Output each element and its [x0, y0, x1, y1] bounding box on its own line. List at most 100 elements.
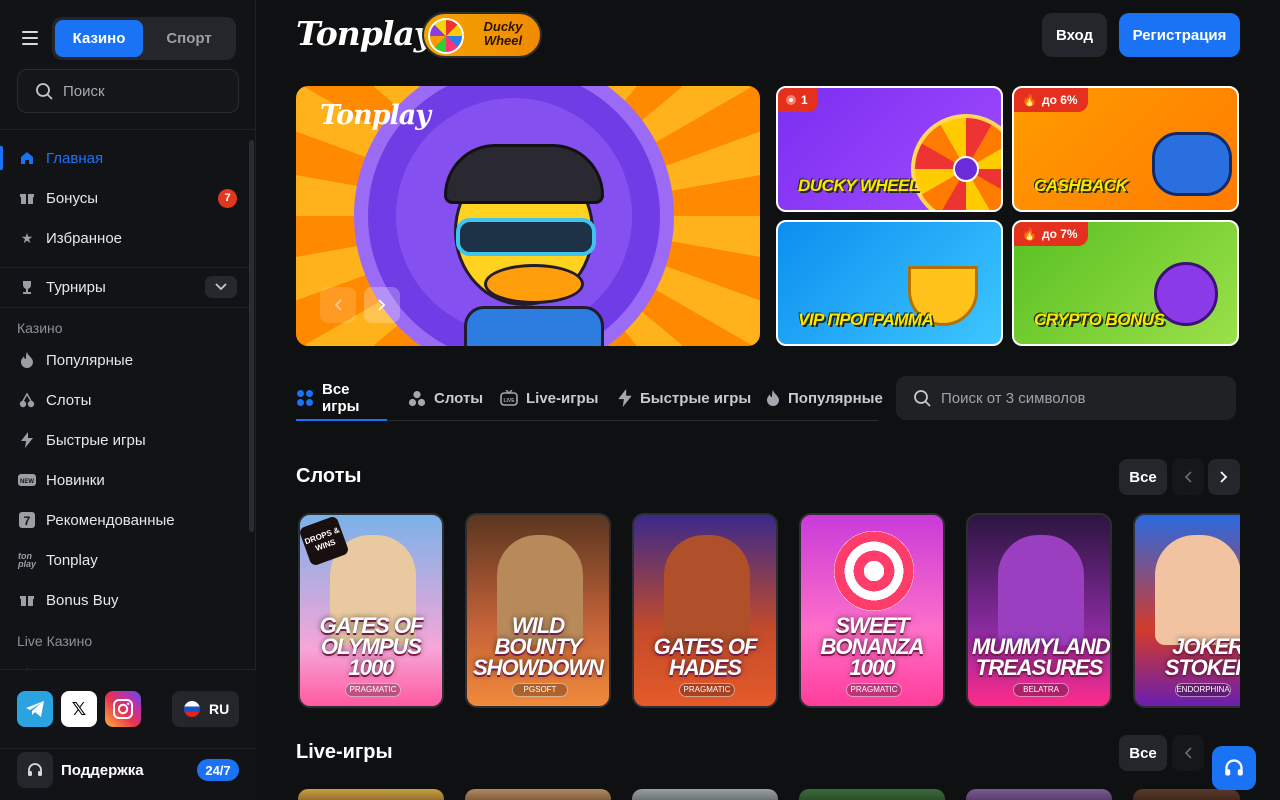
- register-button[interactable]: Регистрация: [1119, 13, 1240, 57]
- game-card[interactable]: WILD BOUNTY SHOWDOWN PGSOFT: [465, 513, 611, 708]
- tab-slots[interactable]: Слоты: [408, 376, 483, 420]
- tv-icon: LIVE: [500, 390, 518, 406]
- promo-title: CRYPTO BONUS: [1034, 310, 1165, 329]
- instagram-link[interactable]: [105, 691, 141, 727]
- wheel-icon: [428, 18, 464, 54]
- divider: [0, 748, 256, 749]
- game-provider: PRAGMATIC: [679, 683, 735, 697]
- sidebar-item-slots[interactable]: Слоты: [0, 380, 250, 420]
- live-game-card[interactable]: [966, 789, 1112, 800]
- sidebar-item-label: Популярные: [46, 351, 134, 369]
- live-all-button[interactable]: Все: [1119, 735, 1167, 771]
- hero-logo: Tonplay: [320, 100, 431, 131]
- game-provider: ENDORPHINA: [1175, 683, 1231, 697]
- fire-icon: [18, 351, 36, 369]
- svg-text:7: 7: [24, 514, 31, 528]
- sidebar-item-tournaments[interactable]: Турниры: [0, 267, 250, 307]
- sidebar-item-label: Новинки: [46, 471, 105, 489]
- duck-mascot: [444, 126, 604, 346]
- lightning-icon: [618, 389, 632, 407]
- live-game-card[interactable]: [465, 789, 611, 800]
- support-chat-button[interactable]: [1212, 746, 1256, 790]
- sidebar-item-popular[interactable]: Популярные: [0, 340, 250, 380]
- sidebar-item-fast-games[interactable]: Быстрые игры: [0, 420, 250, 460]
- divider: [0, 307, 250, 308]
- chevron-right-icon: [1220, 471, 1228, 483]
- live-game-card[interactable]: [632, 789, 778, 800]
- live-prev-button[interactable]: [1172, 735, 1204, 771]
- support-button[interactable]: Поддержка 24/7: [17, 752, 239, 788]
- tab-casino[interactable]: Казино: [55, 20, 143, 57]
- hero-next-button[interactable]: [364, 287, 400, 323]
- login-button[interactable]: Вход: [1042, 13, 1107, 57]
- x-link[interactable]: 𝕏: [61, 691, 97, 727]
- sidebar-item-label: Слоты: [46, 391, 92, 409]
- chevron-down-icon[interactable]: [205, 276, 237, 298]
- sidebar-item-bonuses[interactable]: Бонусы 7: [0, 178, 250, 218]
- sidebar-item-home[interactable]: Главная: [0, 138, 250, 178]
- game-provider: PRAGMATIC: [345, 683, 401, 697]
- star-icon: ★: [20, 229, 34, 246]
- game-provider: PRAGMATIC: [846, 683, 902, 697]
- game-card[interactable]: JOKER STOKER ENDORPHINA: [1133, 513, 1240, 708]
- search-icon: [914, 389, 931, 407]
- sidebar-item-recommended[interactable]: 7 Рекомендованные: [0, 500, 250, 540]
- game-card[interactable]: GATES OF HADES PRAGMATIC: [632, 513, 778, 708]
- game-provider: PGSOFT: [512, 683, 568, 697]
- sidebar-scrollbar[interactable]: [249, 140, 254, 532]
- hero-prev-button[interactable]: [320, 287, 356, 323]
- home-icon: [18, 149, 36, 167]
- fire-icon: 🔥: [1022, 227, 1037, 241]
- promo-card-crypto-bonus[interactable]: 🔥 до 7% CRYPTO BONUS: [1012, 220, 1239, 346]
- gift-icon: [18, 591, 36, 609]
- tab-all-games[interactable]: Все игры: [296, 376, 387, 421]
- language-code: RU: [209, 701, 230, 717]
- game-card[interactable]: SWEET BONANZA 1000 PRAGMATIC: [799, 513, 945, 708]
- tonplay-icon: ton play: [18, 551, 37, 569]
- promo-card-ducky-wheel[interactable]: 1 DUCKY WHEEL: [776, 86, 1003, 212]
- sidebar-item-tonplay[interactable]: ton play Tonplay: [0, 540, 250, 580]
- sidebar-item-favorites[interactable]: ★ Избранное: [0, 218, 250, 258]
- promo-badge: 🔥 до 6%: [1014, 88, 1088, 112]
- promo-card-cashback[interactable]: 🔥 до 6% CASHBACK: [1012, 86, 1239, 212]
- sidebar-item-live-partial[interactable]: ♣: [0, 652, 250, 669]
- language-selector[interactable]: RU: [172, 691, 239, 727]
- site-logo[interactable]: Tonplay: [296, 14, 433, 53]
- instagram-icon: [113, 699, 133, 719]
- game-title: GATES OF HADES: [653, 634, 758, 680]
- promo-title: DUCKY WHEEL: [798, 176, 919, 195]
- sidebar-item-label: Турниры: [46, 278, 106, 296]
- game-search-input[interactable]: [941, 389, 1221, 407]
- sidebar-top: Казино Спорт: [0, 0, 256, 130]
- game-card[interactable]: MUMMYLAND TREASURES BELATRA: [966, 513, 1112, 708]
- promo-card-vip[interactable]: VIP ПРОГРАММА: [776, 220, 1003, 346]
- x-icon: 𝕏: [71, 698, 87, 719]
- hero-banner[interactable]: Tonplay: [296, 86, 760, 346]
- slots-prev-button[interactable]: [1172, 459, 1204, 495]
- tab-live-games[interactable]: LIVE Live-игры: [500, 376, 598, 420]
- support-hours-badge: 24/7: [197, 759, 239, 781]
- telegram-link[interactable]: [17, 691, 53, 727]
- cherries-icon: [408, 389, 426, 407]
- tab-fast-games[interactable]: Быстрые игры: [618, 376, 751, 420]
- chevron-left-icon: [334, 299, 342, 311]
- support-label: Поддержка: [61, 761, 144, 779]
- game-search[interactable]: [896, 376, 1236, 420]
- live-game-card[interactable]: [799, 789, 945, 800]
- sidebar-search-input[interactable]: [63, 82, 213, 100]
- sidebar-item-label: Быстрые игры: [46, 431, 146, 449]
- live-game-card[interactable]: [1133, 789, 1240, 800]
- slots-all-button[interactable]: Все: [1119, 459, 1167, 495]
- menu-icon[interactable]: [22, 31, 38, 45]
- sidebar-item-bonus-buy[interactable]: Bonus Buy: [0, 580, 250, 620]
- slots-next-button[interactable]: [1208, 459, 1240, 495]
- tab-popular[interactable]: Популярные: [766, 376, 883, 420]
- game-card[interactable]: DROPS & WINS GATES OF OLYMPUS 1000 PRAGM…: [298, 513, 444, 708]
- live-game-card[interactable]: [298, 789, 444, 800]
- ducky-wheel-promo-pill[interactable]: Ducky Wheel: [422, 12, 542, 58]
- sidebar-item-label: Главная: [46, 149, 104, 167]
- sidebar-item-label: Tonplay: [46, 551, 98, 569]
- tab-sport[interactable]: Спорт: [145, 20, 233, 57]
- sidebar-search[interactable]: [17, 69, 239, 113]
- sidebar-item-new[interactable]: NEW Новинки: [0, 460, 250, 500]
